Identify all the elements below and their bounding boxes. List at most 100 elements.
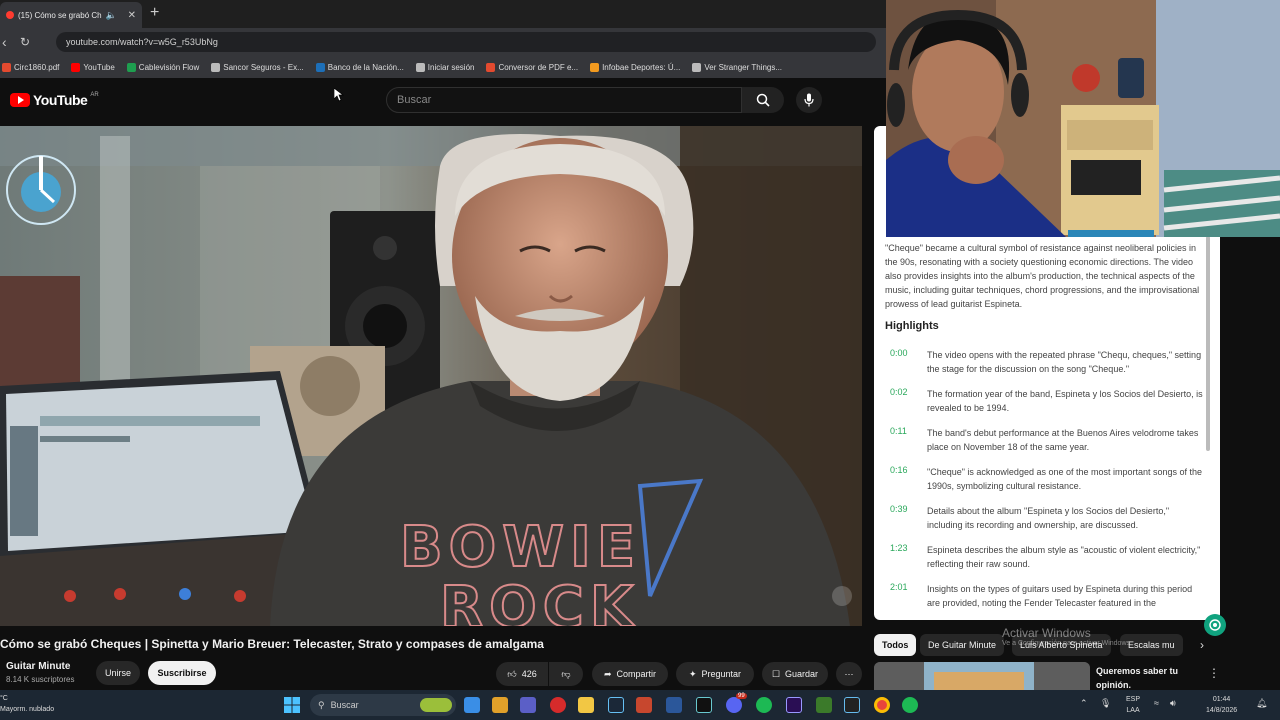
opera-icon[interactable] xyxy=(550,697,566,713)
save-label: Guardar xyxy=(785,669,819,679)
edge-icon[interactable] xyxy=(464,697,480,713)
openai-knot-icon xyxy=(1209,619,1221,631)
bookmark-item[interactable]: Conversor de PDF e... xyxy=(486,62,578,72)
taskbar-search[interactable]: ⚲ Buscar xyxy=(310,694,456,716)
ai-assistant-icon[interactable] xyxy=(1204,614,1226,636)
file-explorer-icon[interactable] xyxy=(578,697,594,713)
highlight-text: Espineta describes the album style as "a… xyxy=(927,545,1201,569)
search-highlight-icon xyxy=(420,698,452,712)
youtube-play-icon xyxy=(10,93,30,107)
discord-icon[interactable] xyxy=(726,697,742,713)
webcam-frame xyxy=(886,0,1280,237)
windows-taskbar: °C Mayorm. nublado ⚲ Buscar 99 ⌃ 🎙︎ ESP … xyxy=(0,690,1280,720)
bookmark-item[interactable]: Iniciar sesión xyxy=(415,62,475,72)
recommended-thumbnail[interactable] xyxy=(874,662,1090,690)
highlight-text: The video opens with the repeated phrase… xyxy=(927,350,1202,374)
highlight-timestamp[interactable]: 0:00 xyxy=(885,348,927,376)
save-button[interactable]: ☐ Guardar xyxy=(762,662,828,686)
word-icon[interactable] xyxy=(666,697,682,713)
share-label: Compartir xyxy=(616,669,657,679)
filter-chip[interactable]: De Guitar Minute xyxy=(920,634,1005,656)
logo-region: AR xyxy=(90,92,99,98)
join-button[interactable]: Unirse xyxy=(96,661,140,685)
video-frame: BOWIE ROCK xyxy=(0,126,862,626)
player-settings-icon[interactable] xyxy=(832,586,852,606)
recommended-more-icon[interactable]: ⋮ xyxy=(1208,666,1220,680)
youtube-favicon-icon xyxy=(6,11,14,19)
notification-bell-icon[interactable]: 🔔︎ xyxy=(1256,698,1267,709)
bookmark-item[interactable]: YouTube xyxy=(71,62,115,72)
more-actions-button[interactable]: ⋯ xyxy=(836,662,862,686)
new-tab-icon[interactable]: + xyxy=(150,4,159,22)
like-button[interactable]: 👍︎ 426 xyxy=(496,662,548,686)
copilot-icon[interactable] xyxy=(492,697,508,713)
powerpoint-icon[interactable] xyxy=(636,697,652,713)
highlight-timestamp[interactable]: 2:01 xyxy=(885,582,927,610)
premiere-icon[interactable] xyxy=(786,697,802,713)
bookmark-label: Iniciar sesión xyxy=(427,62,475,72)
clock[interactable]: 01:44 14/8/2026 xyxy=(1206,694,1237,716)
webcam-overlay xyxy=(886,0,1280,237)
teams-icon[interactable] xyxy=(520,697,536,713)
highlight-text: The formation year of the band, Espineta… xyxy=(927,389,1203,413)
search-button[interactable] xyxy=(742,87,784,113)
app-icon[interactable] xyxy=(844,697,860,713)
mouse-cursor-icon xyxy=(334,88,344,102)
search-input[interactable]: Buscar xyxy=(386,87,742,113)
voice-search-button[interactable] xyxy=(796,87,822,113)
speaker-icon[interactable]: 🔈 xyxy=(106,10,117,21)
bookmark-item[interactable]: Sancor Seguros - Ex... xyxy=(211,62,304,72)
video-player[interactable]: BOWIE ROCK xyxy=(0,126,862,626)
channel-name[interactable]: Guitar Minute xyxy=(6,661,74,672)
spotify-icon-2[interactable] xyxy=(902,697,918,713)
highlight-timestamp[interactable]: 1:23 xyxy=(885,543,927,571)
summary-intro: "Cheque" became a cultural symbol of res… xyxy=(885,243,1200,309)
reload-icon[interactable]: ↻ xyxy=(20,35,30,49)
tray-chevron-icon[interactable]: ⌃ xyxy=(1080,698,1088,709)
ask-label: Preguntar xyxy=(701,669,742,679)
highlights-title: Highlights xyxy=(885,320,939,332)
notification-badge: 99 xyxy=(736,693,747,699)
recommended-title[interactable]: Queremos saber tu opinión. xyxy=(1096,664,1196,692)
highlight-timestamp[interactable]: 0:11 xyxy=(885,426,927,454)
steam-icon[interactable] xyxy=(608,697,624,713)
bookmark-item[interactable]: Infobae Deportes: Ú... xyxy=(590,62,681,72)
bookmark-item[interactable]: Banco de la Nación... xyxy=(315,62,404,72)
subscribe-button[interactable]: Suscribirse xyxy=(148,661,216,685)
filter-chip[interactable]: Todos xyxy=(874,634,917,656)
highlights-list: 0:00 The video opens with the repeated ph… xyxy=(885,348,1203,620)
ask-button[interactable]: ✦ Preguntar xyxy=(676,662,754,686)
language-indicator[interactable]: ESP LAA xyxy=(1126,694,1140,716)
url-field[interactable]: youtube.com/watch?v=w5G_r53UbNg xyxy=(56,32,876,52)
microphone-tray-icon[interactable]: 🎙︎ xyxy=(1100,698,1111,709)
channel-watermark-logo xyxy=(6,155,76,225)
volume-icon[interactable]: 🔊︎ xyxy=(1170,698,1176,709)
bookmark-item[interactable]: Cablevisión Flow xyxy=(126,62,199,72)
browser-tab[interactable]: (15) Cómo se grabó Ch 🔈 ✕ xyxy=(0,2,142,28)
chips-next-icon[interactable]: › xyxy=(1200,638,1204,652)
weather-widget[interactable]: °C Mayorm. nublado xyxy=(0,693,54,715)
highlight-timestamp[interactable]: 0:39 xyxy=(885,504,927,532)
sparkle-icon: ✦ xyxy=(688,668,697,679)
more-icon: ⋯ xyxy=(844,668,854,679)
tiktok-icon[interactable] xyxy=(696,697,712,713)
highlight-timestamp[interactable]: 0:02 xyxy=(885,387,927,415)
panel-scrollbar[interactable] xyxy=(1206,236,1210,451)
bookmark-item[interactable]: Ver Stranger Things... xyxy=(692,62,782,72)
close-tab-icon[interactable]: ✕ xyxy=(128,10,136,21)
chrome-icon[interactable] xyxy=(874,697,890,713)
highlight-timestamp[interactable]: 0:16 xyxy=(885,465,927,493)
spotify-icon[interactable] xyxy=(756,697,772,713)
highlight-text: The band's debut performance at the Buen… xyxy=(927,428,1199,452)
share-button[interactable]: ➦ Compartir xyxy=(592,662,668,686)
dislike-button[interactable]: 👎︎ xyxy=(549,662,583,686)
bookmark-item[interactable]: Circ1860.pdf xyxy=(2,62,59,72)
bookmark-favicon-icon xyxy=(126,62,136,72)
screen: (15) Cómo se grabó Ch 🔈 ✕ + ‹ ↻ youtube.… xyxy=(0,0,1280,720)
wifi-icon[interactable]: ≈ xyxy=(1154,698,1159,709)
minecraft-icon[interactable] xyxy=(816,697,832,713)
youtube-logo[interactable]: YouTube AR xyxy=(10,92,99,108)
windows-start-icon[interactable] xyxy=(284,697,300,713)
back-icon[interactable]: ‹ xyxy=(2,34,7,50)
bookmark-label: Infobae Deportes: Ú... xyxy=(602,62,681,72)
